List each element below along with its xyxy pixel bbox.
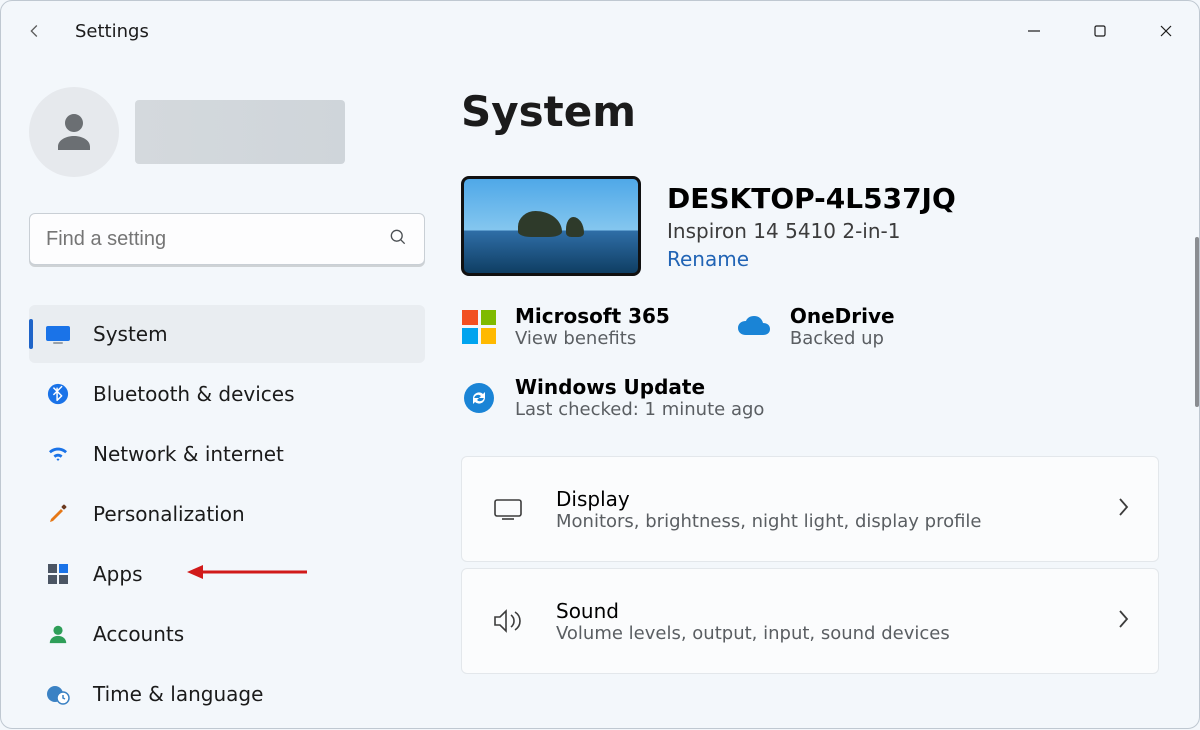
annotation-arrow xyxy=(187,562,307,586)
window-controls xyxy=(1001,8,1199,54)
search-input[interactable] xyxy=(46,228,376,251)
tile-title: OneDrive xyxy=(790,304,895,328)
user-name-placeholder xyxy=(135,100,345,164)
tile-subtitle: Backed up xyxy=(790,328,895,349)
minimize-button[interactable] xyxy=(1001,8,1067,54)
tile-title: Microsoft 365 xyxy=(515,304,670,328)
sidebar-item-accounts[interactable]: Accounts xyxy=(29,605,425,663)
sound-icon xyxy=(490,603,526,639)
system-icon xyxy=(45,321,71,347)
profile-section[interactable] xyxy=(29,87,425,177)
card-subtitle: Monitors, brightness, night light, displ… xyxy=(556,511,982,532)
wifi-icon xyxy=(45,441,71,467)
card-title: Sound xyxy=(556,599,950,623)
sidebar-item-time-language[interactable]: Time & language xyxy=(29,665,425,723)
scrollbar-thumb[interactable] xyxy=(1195,237,1199,407)
sidebar-item-network[interactable]: Network & internet xyxy=(29,425,425,483)
sidebar-item-bluetooth[interactable]: Bluetooth & devices xyxy=(29,365,425,423)
titlebar: Settings xyxy=(1,1,1199,61)
sidebar-item-label: Apps xyxy=(93,562,143,586)
device-name: DESKTOP-4L537JQ xyxy=(667,182,956,215)
tile-subtitle: View benefits xyxy=(515,328,670,349)
settings-card-list: Display Monitors, brightness, night ligh… xyxy=(461,456,1159,674)
desktop-thumbnail[interactable] xyxy=(461,176,641,276)
display-icon xyxy=(490,491,526,527)
apps-icon xyxy=(45,561,71,587)
avatar xyxy=(29,87,119,177)
search-box[interactable] xyxy=(29,213,425,265)
sidebar: System Bluetooth & devices Network & int… xyxy=(1,61,461,730)
card-sound[interactable]: Sound Volume levels, output, input, soun… xyxy=(461,568,1159,674)
sidebar-item-label: System xyxy=(93,322,168,346)
tile-title: Windows Update xyxy=(515,375,764,399)
chevron-right-icon xyxy=(1116,496,1130,522)
back-button[interactable] xyxy=(23,19,47,43)
close-button[interactable] xyxy=(1133,8,1199,54)
sidebar-item-label: Time & language xyxy=(93,682,263,706)
tile-onedrive[interactable]: OneDrive Backed up xyxy=(736,304,895,349)
sidebar-item-label: Personalization xyxy=(93,502,245,526)
app-title: Settings xyxy=(75,21,149,42)
clock-globe-icon xyxy=(45,681,71,707)
search-icon xyxy=(388,227,408,251)
tile-windows-update[interactable]: Windows Update Last checked: 1 minute ag… xyxy=(461,375,764,420)
card-subtitle: Volume levels, output, input, sound devi… xyxy=(556,623,950,644)
page-title: System xyxy=(461,87,1159,136)
accounts-icon xyxy=(45,621,71,647)
chevron-right-icon xyxy=(1116,608,1130,634)
onedrive-icon xyxy=(736,309,772,345)
main-panel: System DESKTOP-4L537JQ Inspiron 14 5410 … xyxy=(461,61,1199,730)
microsoft-logo-icon xyxy=(461,309,497,345)
sidebar-item-label: Network & internet xyxy=(93,442,284,466)
maximize-button[interactable] xyxy=(1067,8,1133,54)
sidebar-item-system[interactable]: System xyxy=(29,305,425,363)
update-icon xyxy=(461,380,497,416)
device-summary: DESKTOP-4L537JQ Inspiron 14 5410 2-in-1 … xyxy=(461,176,1159,276)
bluetooth-icon xyxy=(45,381,71,407)
tile-subtitle: Last checked: 1 minute ago xyxy=(515,399,764,420)
sidebar-item-label: Accounts xyxy=(93,622,184,646)
brush-icon xyxy=(45,501,71,527)
sidebar-item-apps[interactable]: Apps xyxy=(29,545,425,603)
card-title: Display xyxy=(556,487,982,511)
sidebar-item-personalization[interactable]: Personalization xyxy=(29,485,425,543)
device-model: Inspiron 14 5410 2-in-1 xyxy=(667,219,956,243)
card-display[interactable]: Display Monitors, brightness, night ligh… xyxy=(461,456,1159,562)
nav-list: System Bluetooth & devices Network & int… xyxy=(29,305,425,723)
sidebar-item-label: Bluetooth & devices xyxy=(93,382,295,406)
tile-microsoft-365[interactable]: Microsoft 365 View benefits xyxy=(461,304,670,349)
rename-link[interactable]: Rename xyxy=(667,247,956,271)
